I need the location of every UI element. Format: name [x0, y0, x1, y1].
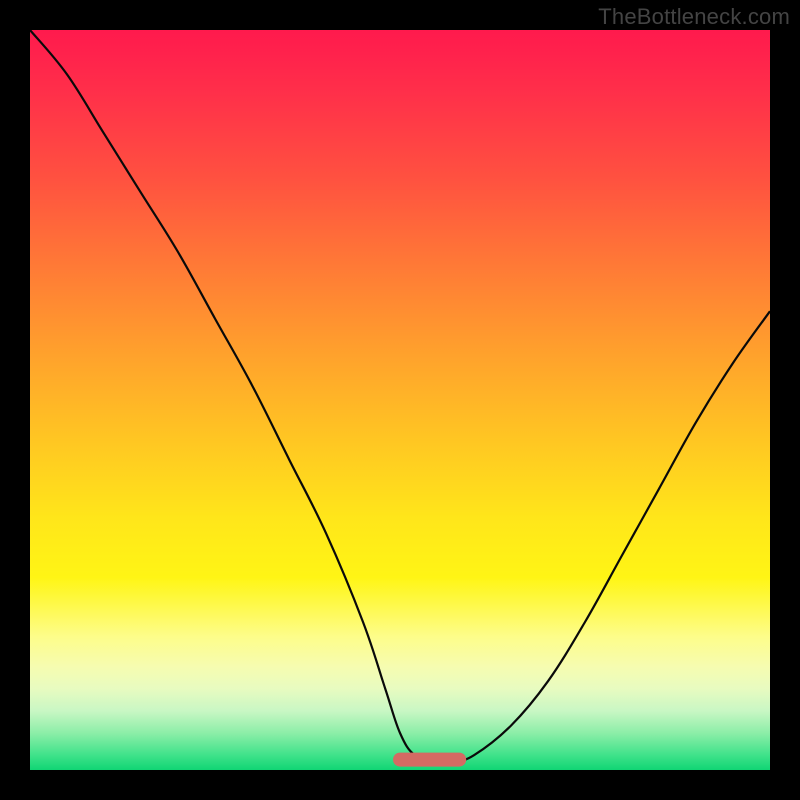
chart-frame: TheBottleneck.com	[0, 0, 800, 800]
plot-area	[30, 30, 770, 770]
bottleneck-curve-path	[30, 30, 770, 764]
bottleneck-curve	[30, 30, 770, 770]
watermark-text: TheBottleneck.com	[598, 4, 790, 30]
